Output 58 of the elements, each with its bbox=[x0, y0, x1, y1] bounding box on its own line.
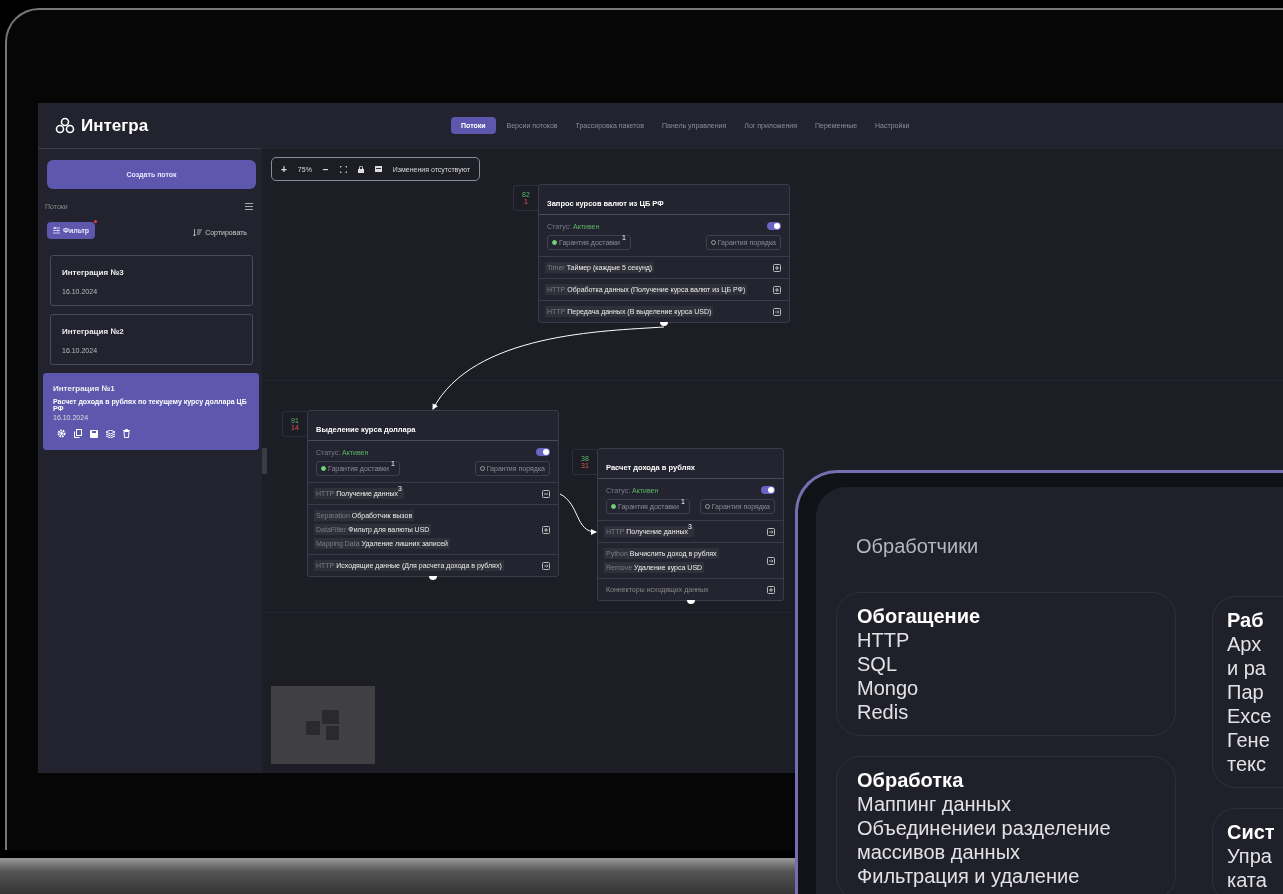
zoom-in-button[interactable]: + bbox=[281, 163, 287, 175]
group-item: SQL bbox=[857, 652, 898, 676]
collapse-icon[interactable] bbox=[542, 489, 550, 498]
flow-node-card[interactable] bbox=[538, 184, 790, 323]
group-item: ката bbox=[1227, 868, 1267, 892]
fit-screen-icon[interactable] bbox=[339, 165, 347, 173]
group-title: Обработка bbox=[857, 768, 964, 792]
group-item: Маппинг данных bbox=[857, 792, 1011, 816]
expand-icon[interactable] bbox=[767, 585, 775, 594]
expand-icon[interactable] bbox=[773, 285, 781, 294]
flow-node-card[interactable] bbox=[307, 410, 559, 577]
group-item: Mongo bbox=[857, 676, 919, 700]
group-title: Обогащение bbox=[857, 604, 981, 628]
collapse-handle[interactable] bbox=[262, 448, 267, 474]
integration-name: Интеграция №2 bbox=[62, 327, 125, 336]
group-item: текс bbox=[1227, 752, 1267, 776]
group-item: Фильтрация и удаление bbox=[857, 864, 1080, 888]
arrow-icon[interactable] bbox=[767, 556, 775, 565]
settings-icon[interactable] bbox=[57, 429, 66, 438]
group-item: Гене bbox=[1227, 728, 1270, 752]
integration-name: Интеграция №1 bbox=[53, 384, 116, 393]
group-item: Упра bbox=[1227, 844, 1272, 868]
arrow-icon[interactable] bbox=[767, 527, 775, 536]
zoom-out-button[interactable]: − bbox=[322, 163, 329, 175]
output-port[interactable] bbox=[660, 322, 668, 326]
panel-title: Обработчики bbox=[856, 535, 979, 558]
group-item: и ра bbox=[1227, 656, 1266, 680]
lock-icon[interactable] bbox=[357, 165, 364, 173]
expand-icon[interactable] bbox=[773, 263, 781, 272]
menu-icon[interactable] bbox=[245, 203, 253, 210]
status-toggle[interactable] bbox=[761, 486, 775, 494]
filter-icon bbox=[53, 227, 60, 234]
delete-icon[interactable] bbox=[123, 429, 130, 438]
sort-icon bbox=[193, 229, 203, 236]
integration-name: Интеграция №3 bbox=[62, 268, 125, 277]
layers-icon[interactable] bbox=[106, 429, 115, 438]
status-toggle[interactable] bbox=[767, 222, 781, 230]
status-toggle[interactable] bbox=[536, 448, 550, 456]
group-title: Сист bbox=[1227, 820, 1275, 844]
group-title: Раб bbox=[1227, 608, 1264, 632]
group-item: Арх bbox=[1227, 632, 1262, 656]
output-port[interactable] bbox=[686, 600, 695, 604]
group-item: Объединениеи разделение bbox=[857, 816, 1111, 840]
group-item: Пар bbox=[1227, 680, 1264, 704]
map-icon[interactable] bbox=[374, 166, 382, 172]
output-port[interactable] bbox=[429, 576, 437, 580]
app-logo-text: Интегра bbox=[81, 115, 149, 136]
copy-icon[interactable] bbox=[74, 429, 82, 438]
group-item: массивов данных bbox=[857, 840, 1020, 864]
arrow-icon[interactable] bbox=[542, 561, 550, 570]
logo-icon bbox=[55, 116, 75, 135]
group-item: Redis bbox=[857, 700, 909, 724]
expand-icon[interactable] bbox=[542, 525, 550, 534]
group-item: Exce bbox=[1227, 704, 1272, 728]
group-item: HTTP bbox=[857, 628, 910, 652]
arrow-icon[interactable] bbox=[773, 307, 781, 316]
connection-line bbox=[559, 493, 597, 535]
save-icon[interactable] bbox=[90, 429, 98, 438]
